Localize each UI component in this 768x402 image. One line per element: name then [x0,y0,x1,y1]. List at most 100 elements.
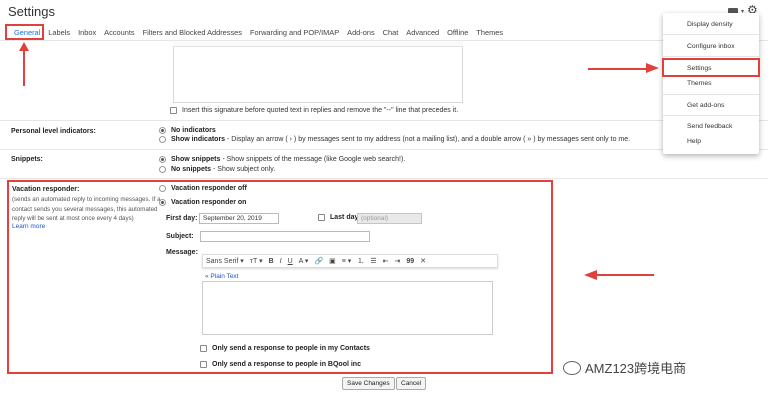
tab-filters[interactable]: Filters and Blocked Addresses [139,27,246,39]
show-indicators-label: Show indicators [171,136,226,143]
indent-less-icon[interactable]: ⇤ [383,257,389,265]
show-indicators-option[interactable]: Show indicators - Display an arrow ( › )… [159,136,630,143]
page-title: Settings [8,4,55,19]
up-arrow-annotation [23,48,25,86]
vacation-on-radio[interactable] [159,199,166,206]
no-indicators-radio[interactable] [159,127,166,134]
subject-label: Subject: [166,233,194,240]
underline-button[interactable]: U [288,258,293,265]
last-day-option[interactable]: Last day: [318,214,361,221]
no-indicators-label: No indicators [171,127,216,134]
signature-toolbar [173,41,463,47]
indent-more-icon[interactable]: ⇥ [394,257,400,265]
watermark-text: AMZ123跨境电商 [585,361,687,376]
vacation-off-label: Vacation responder off [171,185,247,192]
vacation-description: (sends an automated reply to incoming me… [12,196,161,222]
link-icon[interactable]: 🔗 [314,257,323,265]
show-indicators-desc: - Display an arrow ( › ) by messages sen… [227,136,631,143]
domain-only-label: Only send a response to people in BQool … [212,361,361,368]
show-snippets-radio[interactable] [159,156,166,163]
contacts-only-label: Only send a response to people in my Con… [212,345,370,352]
signature-insert-option[interactable]: Insert this signature before quoted text… [170,107,458,114]
vacation-off-radio[interactable] [159,185,166,192]
last-day-checkbox[interactable] [318,214,325,221]
tab-accounts[interactable]: Accounts [100,27,138,39]
menu-item-get-addons[interactable]: Get add-ons [687,102,724,109]
show-snippets-label: Show snippets [171,156,221,163]
tab-chat[interactable]: Chat [379,27,403,39]
message-toolbar: Sans Serif ▾ тT ▾ B I U A ▾ 🔗 ▣ ≡ ▾ ⒈ ☰ … [202,254,498,268]
numbered-list-icon[interactable]: ⒈ [357,256,364,266]
tab-advanced[interactable]: Advanced [402,27,443,39]
section-divider [0,178,768,179]
menu-divider [663,115,759,116]
watermark: AMZ123跨境电商 [563,358,686,377]
general-tab-highlight [5,24,44,40]
right-arrow-annotation [588,68,646,70]
font-size-icon[interactable]: тT ▾ [250,257,263,265]
menu-item-send-feedback[interactable]: Send feedback [687,123,732,130]
signature-editor[interactable] [173,41,463,103]
text-color-button[interactable]: A ▾ [299,257,309,265]
domain-only-option[interactable]: Only send a response to people in BQool … [200,361,361,368]
personal-level-label: Personal level indicators: [11,128,96,135]
settings-dropdown-menu: Display density Configure inbox Settings… [663,13,759,154]
show-indicators-radio[interactable] [159,136,166,143]
menu-item-help[interactable]: Help [687,138,701,145]
signature-insert-label: Insert this signature before quoted text… [182,107,459,114]
clear-formatting-icon[interactable]: ✕ [420,257,426,265]
message-label: Message: [166,249,198,256]
tab-themes[interactable]: Themes [472,27,507,39]
cancel-button[interactable]: Cancel [396,377,427,390]
plain-text-link[interactable]: « Plain Text [205,273,238,280]
tab-forwarding[interactable]: Forwarding and POP/IMAP [246,27,343,39]
vacation-on-option[interactable]: Vacation responder on [159,199,246,206]
right-arrow-head [646,63,659,73]
tab-offline[interactable]: Offline [443,27,472,39]
last-day-input[interactable]: (optional) [357,213,422,224]
subject-input[interactable] [200,231,370,242]
tab-labels[interactable]: Labels [44,27,74,39]
section-divider [0,120,768,121]
domain-only-checkbox[interactable] [200,361,207,368]
image-icon[interactable]: ▣ [329,257,336,265]
font-family-select[interactable]: Sans Serif ▾ [206,257,244,265]
menu-divider [663,94,759,95]
menu-item-configure-inbox[interactable]: Configure inbox [687,43,735,50]
first-day-label: First day: [166,215,198,222]
italic-button[interactable]: I [280,258,282,265]
show-snippets-option[interactable]: Show snippets - Show snippets of the mes… [159,156,405,163]
contacts-only-checkbox[interactable] [200,345,207,352]
menu-item-display-density[interactable]: Display density [687,21,733,28]
left-arrow-head [584,270,597,280]
up-arrow-head [19,42,29,51]
menu-item-themes[interactable]: Themes [687,80,712,87]
contacts-only-option[interactable]: Only send a response to people in my Con… [200,345,370,352]
no-indicators-option[interactable]: No indicators [159,127,216,134]
quote-icon[interactable]: 99 [406,258,414,265]
message-body-editor[interactable] [202,281,493,335]
settings-tabs: General Labels Inbox Accounts Filters an… [10,27,507,39]
align-icon[interactable]: ≡ ▾ [342,257,352,265]
signature-insert-checkbox[interactable] [170,107,177,114]
bulleted-list-icon[interactable]: ☰ [370,257,376,265]
snippets-label: Snippets: [11,156,43,163]
no-snippets-option[interactable]: No snippets - Show subject only. [159,166,275,173]
tab-addons[interactable]: Add-ons [343,27,379,39]
no-snippets-radio[interactable] [159,166,166,173]
wechat-icon [563,360,581,375]
left-arrow-annotation [596,274,654,276]
bold-button[interactable]: B [269,258,274,265]
show-snippets-desc: - Show snippets of the message (like Goo… [222,156,406,163]
settings-menu-highlight [662,58,760,77]
learn-more-link[interactable]: Learn more [12,223,45,230]
vacation-off-option[interactable]: Vacation responder off [159,185,247,192]
section-divider [0,149,768,150]
first-day-input[interactable]: September 20, 2019 [199,213,279,224]
save-changes-button[interactable]: Save Changes [342,377,395,390]
no-snippets-desc: - Show subject only. [213,166,276,173]
no-snippets-label: No snippets [171,166,212,173]
menu-divider [663,34,759,35]
tab-inbox[interactable]: Inbox [74,27,100,39]
vacation-on-label: Vacation responder on [171,199,247,206]
